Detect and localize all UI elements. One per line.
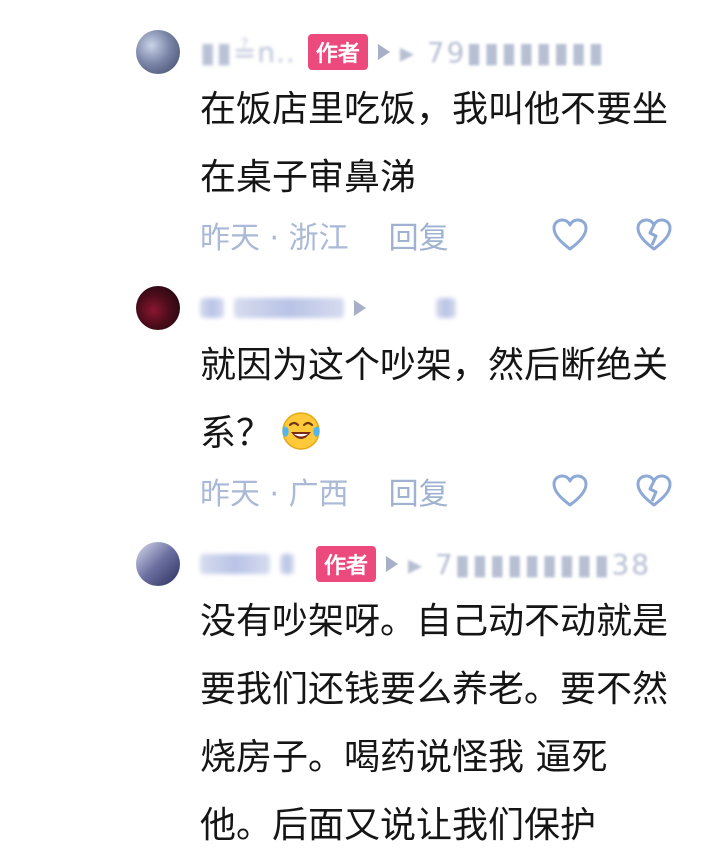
- comment-text: 没有吵架呀。自己动不动就是要我们还钱要么养老。要不然烧房子。喝药说怪我 逼死他。…: [200, 601, 669, 846]
- reply-button[interactable]: 回复: [389, 469, 449, 513]
- play-icon: [354, 300, 366, 316]
- heart-icon[interactable]: [552, 218, 588, 252]
- username[interactable]: ▮▮≟n..: [200, 36, 296, 69]
- author-badge: 作者: [307, 34, 368, 70]
- time-location: 昨天 · 浙江: [200, 221, 349, 256]
- reply-button[interactable]: 回复: [389, 213, 449, 257]
- comment-meta: ▮▮≟n.. 作者 ▸ 79▮▮▮▮▮▮▮▮: [200, 32, 606, 72]
- comment-footer: 昨天 · 广西 回复: [200, 469, 690, 513]
- comment-meta: [200, 288, 466, 328]
- broken-heart-icon[interactable]: [636, 218, 672, 252]
- laugh-cry-emoji: [282, 412, 320, 450]
- masked-id: ▸ 79▮▮▮▮▮▮▮▮: [399, 35, 606, 69]
- play-icon: [377, 44, 390, 60]
- masked-id: ▸ 7▮▮▮▮▮▮▮▮▮38: [408, 547, 652, 581]
- play-icon: [386, 556, 399, 572]
- masked-id: [436, 298, 456, 318]
- comment-text: 就因为这个吵架，然后断绝关系？: [200, 332, 670, 468]
- comment-text-content: 就因为这个吵架，然后断绝关系？: [200, 345, 669, 454]
- comment-text: 在饭店里吃饭，我叫他不要坐在桌子审鼻涕: [200, 89, 669, 198]
- avatar[interactable]: [136, 30, 180, 74]
- broken-heart-icon[interactable]: [636, 474, 672, 508]
- username[interactable]: [200, 554, 270, 574]
- avatar[interactable]: [136, 542, 180, 586]
- username[interactable]: [200, 298, 224, 318]
- heart-icon[interactable]: [552, 474, 588, 508]
- username-blur: [280, 554, 294, 574]
- comment-footer: 昨天 · 浙江 回复: [200, 213, 690, 257]
- time-location: 昨天 · 广西: [200, 477, 349, 512]
- author-badge: 作者: [316, 546, 377, 582]
- avatar[interactable]: [136, 286, 180, 330]
- comment-meta: 作者 ▸ 7▮▮▮▮▮▮▮▮▮38: [200, 544, 651, 584]
- username-blur: [234, 298, 344, 318]
